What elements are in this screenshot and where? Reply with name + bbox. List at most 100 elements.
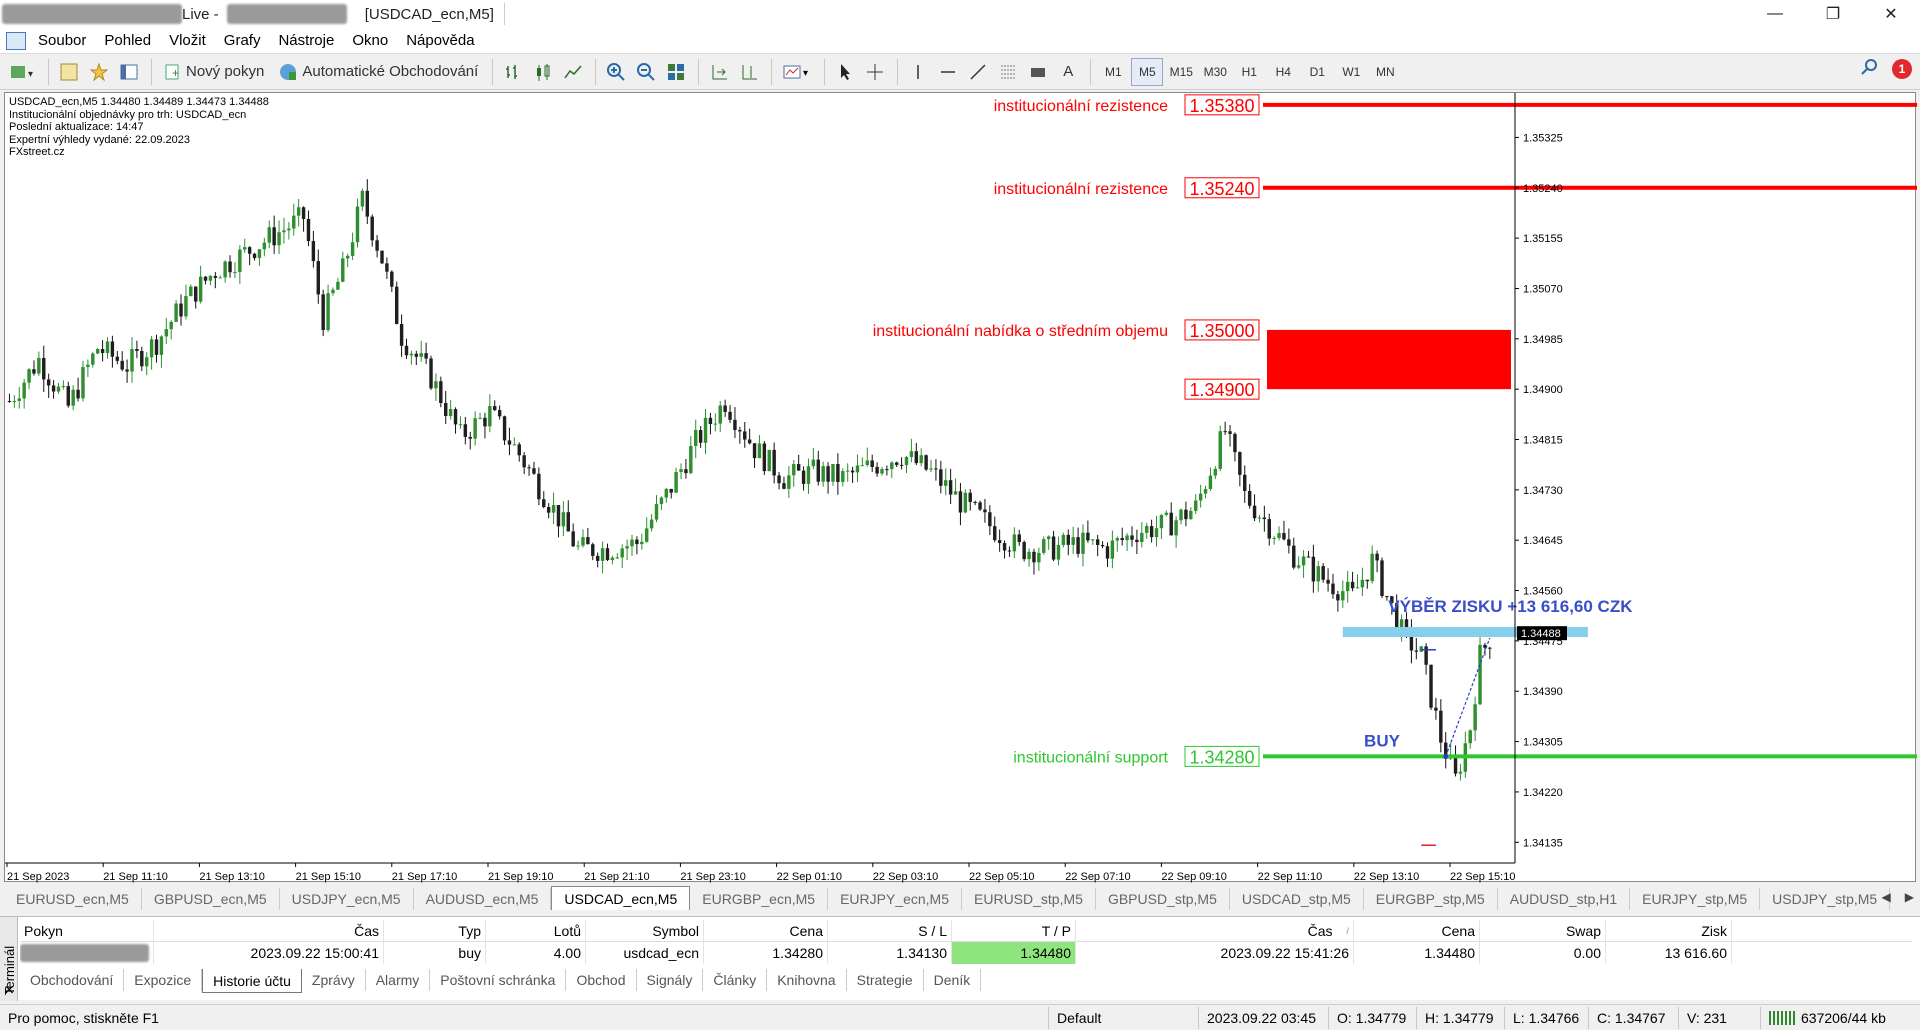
- col-cena-close[interactable]: Cena: [1354, 919, 1480, 942]
- level-price: 1.34280: [1189, 747, 1254, 767]
- minimize-icon[interactable]: —: [1746, 0, 1804, 28]
- terminal-tab-6[interactable]: Obchod: [566, 969, 637, 991]
- terminal-tab-4[interactable]: Alarmy: [366, 969, 431, 991]
- chart-shift-icon[interactable]: [735, 58, 763, 86]
- candle-body: [1120, 538, 1124, 541]
- shapes-icon[interactable]: [1024, 58, 1052, 86]
- terminal-tab-10[interactable]: Strategie: [847, 969, 924, 991]
- col-lotu[interactable]: Lotů: [486, 919, 586, 942]
- horizontal-line-icon[interactable]: [934, 58, 962, 86]
- col-cas-open[interactable]: Čas: [154, 919, 384, 942]
- new-order-button[interactable]: + Nový pokyn: [158, 58, 270, 86]
- favorites-icon[interactable]: [85, 58, 113, 86]
- col-typ[interactable]: Typ: [384, 919, 486, 942]
- crosshair-icon[interactable]: [861, 58, 889, 86]
- timeframe-m1[interactable]: M1: [1097, 58, 1129, 86]
- chart-tab-usdcad-ecn-m5[interactable]: USDCAD_ecn,M5: [551, 886, 691, 910]
- tab-next-icon[interactable]: ▶: [1905, 890, 1914, 904]
- timeframe-m5[interactable]: M5: [1131, 57, 1164, 86]
- chart-tab-usdjpy-ecn-m5[interactable]: USDJPY_ecn,M5: [280, 888, 414, 910]
- col-pokyn[interactable]: Pokyn: [20, 919, 154, 942]
- terminal-tab-7[interactable]: Signály: [637, 969, 704, 991]
- line-chart-icon[interactable]: [559, 58, 587, 86]
- terminal-tab-11[interactable]: Deník: [924, 969, 982, 991]
- chart-tab-eurgbp-stp-m5[interactable]: EURGBP_stp,M5: [1364, 888, 1498, 910]
- timeframe-h1[interactable]: H1: [1233, 58, 1265, 86]
- candle-body: [787, 475, 791, 489]
- terminal-tab-5[interactable]: Poštovní schránka: [430, 969, 567, 991]
- terminal-tab-3[interactable]: Zprávy: [302, 969, 366, 991]
- menu-pohled[interactable]: Pohled: [98, 32, 163, 49]
- terminal-tab-2[interactable]: Historie účtu: [202, 969, 302, 993]
- menu-grafy[interactable]: Grafy: [218, 32, 273, 49]
- restore-icon[interactable]: ❐: [1804, 0, 1862, 28]
- chart-tab-eurgbp-ecn-m5[interactable]: EURGBP_ecn,M5: [690, 888, 829, 910]
- col-cas-close[interactable]: Čas /: [1076, 919, 1354, 942]
- indicators-icon[interactable]: ▾: [778, 58, 816, 86]
- notification-badge[interactable]: 1: [1892, 58, 1912, 79]
- chart-tab-gbpusd-stp-m5[interactable]: GBPUSD_stp,M5: [1096, 888, 1230, 910]
- menu-napoveda[interactable]: Nápověda: [400, 32, 486, 49]
- timeframe-mn[interactable]: MN: [1369, 58, 1401, 86]
- zoom-out-icon[interactable]: [632, 58, 660, 86]
- new-chart-icon[interactable]: ▾: [6, 58, 40, 86]
- col-sl[interactable]: S / L: [828, 919, 952, 942]
- chart-tab-usdcad-stp-m5[interactable]: USDCAD_stp,M5: [1230, 888, 1364, 910]
- col-swap[interactable]: Swap: [1480, 919, 1606, 942]
- candle-body: [792, 464, 796, 476]
- tab-prev-icon[interactable]: ◀: [1882, 890, 1891, 904]
- terminal-tab-8[interactable]: Články: [703, 969, 768, 991]
- market-watch-icon[interactable]: [55, 58, 83, 86]
- chart-tab-eurusd-ecn-m5[interactable]: EURUSD_ecn,M5: [4, 888, 142, 910]
- fibonacci-icon[interactable]: [994, 58, 1022, 86]
- search-icon[interactable]: [1860, 58, 1878, 79]
- close-icon[interactable]: ✕: [1862, 0, 1920, 28]
- timeframe-m15[interactable]: M15: [1165, 58, 1197, 86]
- candle-body: [42, 357, 46, 380]
- timeframe-m30[interactable]: M30: [1199, 58, 1231, 86]
- menu-soubor[interactable]: Soubor: [32, 32, 98, 49]
- terminal-tab-9[interactable]: Knihovna: [767, 969, 847, 991]
- menu-nastroje[interactable]: Nástroje: [272, 32, 346, 49]
- table-row[interactable]: 2023.09.22 15:00:41 buy 4.00 usdcad_ecn …: [20, 942, 1912, 964]
- chart-window[interactable]: 1.35000 1.34900 institucionální nabídka o …: [4, 92, 1917, 883]
- chart-tab-eurjpy-stp-m5[interactable]: EURJPY_stp,M5: [1630, 888, 1761, 910]
- candlestick-icon[interactable]: [529, 58, 557, 86]
- chart-tab-usdjpy-stp-m5[interactable]: USDJPY_stp,M5: [1760, 888, 1891, 910]
- chart-tab-eurjpy-ecn-m5[interactable]: EURJPY_ecn,M5: [828, 888, 963, 910]
- col-tp[interactable]: T / P: [952, 919, 1076, 942]
- terminal-tab-1[interactable]: Expozice: [124, 969, 203, 991]
- menu-okno[interactable]: Okno: [346, 32, 400, 49]
- chart-tab-eurusd-stp-m5[interactable]: EURUSD_stp,M5: [962, 888, 1096, 910]
- time-tick-label: 22 Sep 13:10: [1354, 871, 1419, 883]
- status-profile[interactable]: Default: [1048, 1006, 1198, 1029]
- timeframe-w1[interactable]: W1: [1335, 58, 1367, 86]
- col-cena-open[interactable]: Cena: [704, 919, 828, 942]
- col-zisk[interactable]: Zisk: [1606, 919, 1732, 942]
- menu-vlozit[interactable]: Vložit: [163, 32, 218, 49]
- auto-trading-button[interactable]: Automatické Obchodování: [272, 58, 484, 86]
- zoom-in-icon[interactable]: [602, 58, 630, 86]
- timeframe-h4[interactable]: H4: [1267, 58, 1299, 86]
- chart-tab-gbpusd-ecn-m5[interactable]: GBPUSD_ecn,M5: [142, 888, 280, 910]
- status-traffic[interactable]: 637206/44 kb: [1760, 1006, 1910, 1029]
- col-symbol[interactable]: Symbol: [586, 919, 704, 942]
- app-icon[interactable]: [6, 31, 26, 50]
- tile-windows-icon[interactable]: [662, 58, 690, 86]
- timeframe-d1[interactable]: D1: [1301, 58, 1333, 86]
- candle-body: [95, 349, 100, 354]
- chart-tab-audusd-ecn-m5[interactable]: AUDUSD_ecn,M5: [414, 888, 552, 910]
- candle-body: [1149, 526, 1154, 538]
- chart-tab-audusd-stp-h1[interactable]: AUDUSD_stp,H1: [1498, 888, 1631, 910]
- price-chart[interactable]: 1.35000 1.34900 institucionální nabídka o …: [5, 93, 1917, 883]
- vertical-line-icon[interactable]: [904, 58, 932, 86]
- trendline-icon[interactable]: [964, 58, 992, 86]
- text-tool-icon[interactable]: A: [1054, 58, 1082, 86]
- candle-body: [105, 341, 110, 353]
- candle-body: [316, 261, 320, 295]
- autoscroll-icon[interactable]: [705, 58, 733, 86]
- cursor-icon[interactable]: [831, 58, 859, 86]
- navigator-icon[interactable]: [115, 58, 143, 86]
- bar-chart-icon[interactable]: [499, 58, 527, 86]
- terminal-tab-0[interactable]: Obchodování: [20, 969, 125, 991]
